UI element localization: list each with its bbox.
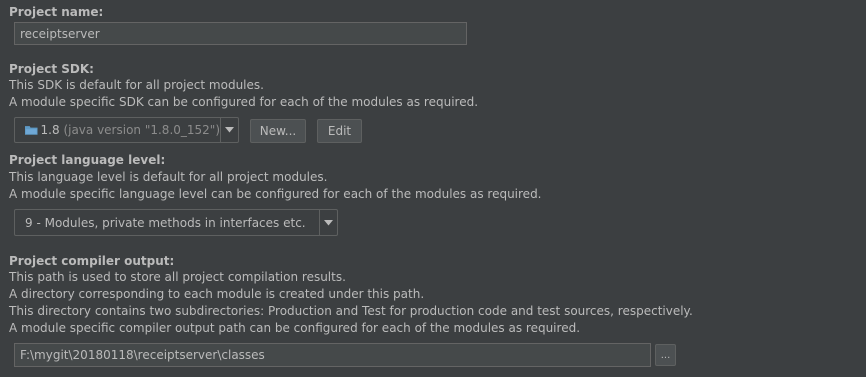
chevron-down-icon[interactable] — [220, 118, 238, 142]
browse-button-label: ... — [660, 349, 671, 361]
compiler-output-description-4: A module specific compiler output path c… — [9, 321, 581, 335]
language-level-selected: 9 - Modules, private methods in interfac… — [25, 215, 306, 230]
edit-sdk-button-label: Edit — [327, 124, 352, 138]
language-level-description-1: This language level is default for all p… — [9, 170, 328, 184]
project-sdk-description-2: A module specific SDK can be configured … — [9, 95, 479, 109]
chevron-down-icon[interactable] — [319, 210, 337, 235]
sdk-version-detail: (java version "1.8.0_152") — [63, 123, 220, 137]
language-level-description-2: A module specific language level can be … — [9, 187, 542, 201]
project-name-label: Project name: — [9, 5, 104, 19]
language-level-label: Project language level: — [9, 153, 166, 167]
sdk-version: 1.8 — [40, 123, 60, 137]
language-level-dropdown[interactable]: 9 - Modules, private methods in interfac… — [14, 209, 338, 236]
project-name-input[interactable] — [14, 22, 467, 45]
new-sdk-button-label: New... — [259, 124, 297, 138]
compiler-output-description-1: This path is used to store all project c… — [9, 270, 346, 284]
browse-button[interactable]: ... — [655, 344, 676, 366]
project-sdk-dropdown[interactable]: 1.8 (java version "1.8.0_152") — [14, 117, 239, 143]
project-sdk-label: Project SDK: — [9, 62, 94, 76]
project-sdk-description-1: This SDK is default for all project modu… — [9, 78, 264, 92]
new-sdk-button[interactable]: New... — [250, 119, 306, 143]
compiler-output-description-3: This directory contains two subdirectori… — [9, 304, 693, 318]
compiler-output-description-2: A directory corresponding to each module… — [9, 287, 425, 301]
folder-icon — [25, 126, 38, 135]
compiler-output-label: Project compiler output: — [9, 254, 175, 268]
project-sdk-selected-value: 1.8 (java version "1.8.0_152") — [15, 123, 220, 137]
edit-sdk-button[interactable]: Edit — [317, 119, 362, 143]
compiler-output-path-input[interactable] — [14, 343, 651, 367]
